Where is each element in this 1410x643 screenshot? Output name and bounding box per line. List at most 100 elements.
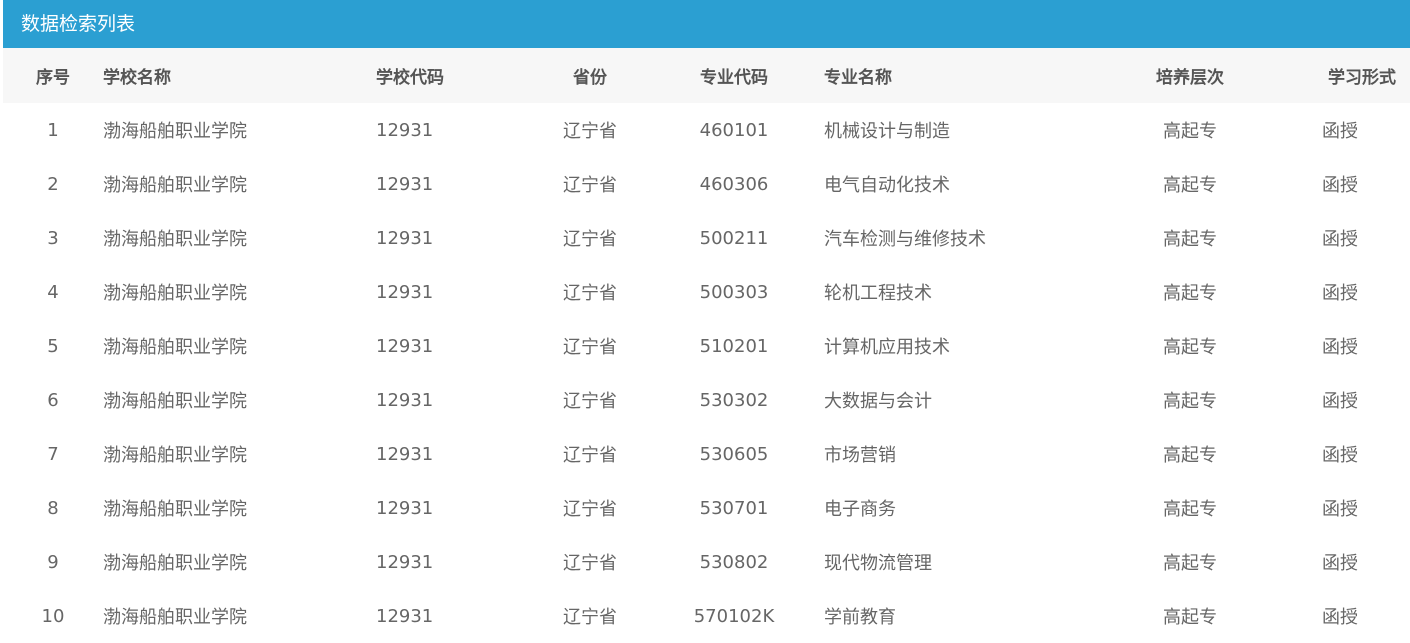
table-row: 6 渤海船舶职业学院 12931 辽宁省 530302 大数据与会计 高起专 函授 <box>3 373 1410 427</box>
table-row: 10 渤海船舶职业学院 12931 辽宁省 570102K 学前教育 高起专 函授 <box>3 589 1410 643</box>
cell-school-name: 渤海船舶职业学院 <box>103 283 247 304</box>
cell-major-name: 学前教育 <box>824 607 896 628</box>
table-row: 4 渤海船舶职业学院 12931 辽宁省 500303 轮机工程技术 高起专 函授 <box>3 265 1410 319</box>
cell-school-name: 渤海船舶职业学院 <box>103 499 247 520</box>
cell-major-code: 530302 <box>699 389 769 411</box>
cell-major-name: 计算机应用技术 <box>824 337 950 358</box>
cell-province: 辽宁省 <box>563 391 617 412</box>
cell-school-name: 渤海船舶职业学院 <box>103 553 247 574</box>
cell-major-code: 510201 <box>699 335 769 357</box>
cell-major-name: 大数据与会计 <box>824 391 932 412</box>
data-search-panel: 数据检索列表 序号 学校名称 学校代码 省份 专业代码 专业名称 培养层次 学习… <box>0 0 1410 638</box>
cell-major-name: 电气自动化技术 <box>824 175 950 196</box>
cell-index: 6 <box>47 389 59 411</box>
cell-major-code: 530802 <box>699 551 769 573</box>
cell-major-name: 汽车检测与维修技术 <box>824 229 986 250</box>
cell-level: 高起专 <box>1163 121 1217 142</box>
col-header-school-name: 学校名称 <box>103 48 376 103</box>
cell-school-code: 12931 <box>376 497 434 519</box>
cell-study-mode: 函授 <box>1322 121 1358 142</box>
cell-school-name: 渤海船舶职业学院 <box>103 445 247 466</box>
cell-school-code: 12931 <box>376 281 434 303</box>
cell-major-code: 570102K <box>693 605 775 627</box>
cell-school-name: 渤海船舶职业学院 <box>103 121 247 142</box>
cell-school-name: 渤海船舶职业学院 <box>103 607 247 628</box>
cell-level: 高起专 <box>1163 283 1217 304</box>
table-row: 9 渤海船舶职业学院 12931 辽宁省 530802 现代物流管理 高起专 函授 <box>3 535 1410 589</box>
cell-level: 高起专 <box>1163 229 1217 250</box>
col-header-major-code: 专业代码 <box>644 48 824 103</box>
cell-level: 高起专 <box>1163 499 1217 520</box>
cell-major-name: 现代物流管理 <box>824 553 932 574</box>
cell-study-mode: 函授 <box>1322 607 1358 628</box>
cell-index: 5 <box>47 335 59 357</box>
cell-province: 辽宁省 <box>563 499 617 520</box>
cell-major-code: 500303 <box>699 281 769 303</box>
cell-index: 1 <box>47 119 59 141</box>
cell-school-name: 渤海船舶职业学院 <box>103 175 247 196</box>
cell-school-code: 12931 <box>376 551 434 573</box>
cell-study-mode: 函授 <box>1322 499 1358 520</box>
cell-index: 10 <box>41 605 65 627</box>
table-row: 1 渤海船舶职业学院 12931 辽宁省 460101 机械设计与制造 高起专 函授 <box>3 103 1410 157</box>
cell-province: 辽宁省 <box>563 445 617 466</box>
cell-index: 3 <box>47 227 59 249</box>
cell-province: 辽宁省 <box>563 553 617 574</box>
cell-level: 高起专 <box>1163 445 1217 466</box>
cell-level: 高起专 <box>1163 553 1217 574</box>
cell-school-code: 12931 <box>376 443 434 465</box>
col-header-study-mode: 学习形式 <box>1270 48 1410 103</box>
cell-school-code: 12931 <box>376 389 434 411</box>
col-header-index: 序号 <box>3 48 103 103</box>
cell-major-code: 460101 <box>699 119 769 141</box>
col-header-province: 省份 <box>536 48 644 103</box>
cell-study-mode: 函授 <box>1322 391 1358 412</box>
cell-major-name: 机械设计与制造 <box>824 121 950 142</box>
cell-study-mode: 函授 <box>1322 553 1358 574</box>
cell-level: 高起专 <box>1163 391 1217 412</box>
cell-index: 7 <box>47 443 59 465</box>
cell-major-name: 电子商务 <box>824 499 896 520</box>
table-header-row: 序号 学校名称 学校代码 省份 专业代码 专业名称 培养层次 学习形式 <box>3 48 1410 103</box>
cell-school-name: 渤海船舶职业学院 <box>103 337 247 358</box>
cell-level: 高起专 <box>1163 607 1217 628</box>
cell-school-name: 渤海船舶职业学院 <box>103 229 247 250</box>
cell-major-code: 460306 <box>699 173 769 195</box>
cell-major-code: 530701 <box>699 497 769 519</box>
col-header-school-code: 学校代码 <box>376 48 536 103</box>
table-row: 8 渤海船舶职业学院 12931 辽宁省 530701 电子商务 高起专 函授 <box>3 481 1410 535</box>
panel-title: 数据检索列表 <box>3 0 1410 48</box>
cell-index: 9 <box>47 551 59 573</box>
col-header-level: 培养层次 <box>1110 48 1270 103</box>
cell-index: 8 <box>47 497 59 519</box>
table-row: 5 渤海船舶职业学院 12931 辽宁省 510201 计算机应用技术 高起专 函授 <box>3 319 1410 373</box>
cell-school-name: 渤海船舶职业学院 <box>103 391 247 412</box>
cell-study-mode: 函授 <box>1322 229 1358 250</box>
cell-major-code: 530605 <box>699 443 769 465</box>
cell-study-mode: 函授 <box>1322 337 1358 358</box>
table-row: 3 渤海船舶职业学院 12931 辽宁省 500211 汽车检测与维修技术 高起专 函授 <box>3 211 1410 265</box>
cell-study-mode: 函授 <box>1322 283 1358 304</box>
cell-school-code: 12931 <box>376 119 434 141</box>
cell-province: 辽宁省 <box>563 229 617 250</box>
cell-study-mode: 函授 <box>1322 175 1358 196</box>
cell-major-name: 轮机工程技术 <box>824 283 932 304</box>
cell-province: 辽宁省 <box>563 121 617 142</box>
cell-school-code: 12931 <box>376 173 434 195</box>
cell-level: 高起专 <box>1163 337 1217 358</box>
cell-index: 4 <box>47 281 59 303</box>
cell-major-name: 市场营销 <box>824 445 896 466</box>
col-header-major-name: 专业名称 <box>824 48 1110 103</box>
cell-major-code: 500211 <box>699 227 769 249</box>
results-table: 序号 学校名称 学校代码 省份 专业代码 专业名称 培养层次 学习形式 1 渤海船… <box>3 48 1410 643</box>
table-row: 7 渤海船舶职业学院 12931 辽宁省 530605 市场营销 高起专 函授 <box>3 427 1410 481</box>
table-row: 2 渤海船舶职业学院 12931 辽宁省 460306 电气自动化技术 高起专 函授 <box>3 157 1410 211</box>
cell-province: 辽宁省 <box>563 283 617 304</box>
cell-province: 辽宁省 <box>563 337 617 358</box>
cell-index: 2 <box>47 173 59 195</box>
cell-province: 辽宁省 <box>563 607 617 628</box>
cell-school-code: 12931 <box>376 227 434 249</box>
cell-school-code: 12931 <box>376 605 434 627</box>
cell-level: 高起专 <box>1163 175 1217 196</box>
cell-school-code: 12931 <box>376 335 434 357</box>
